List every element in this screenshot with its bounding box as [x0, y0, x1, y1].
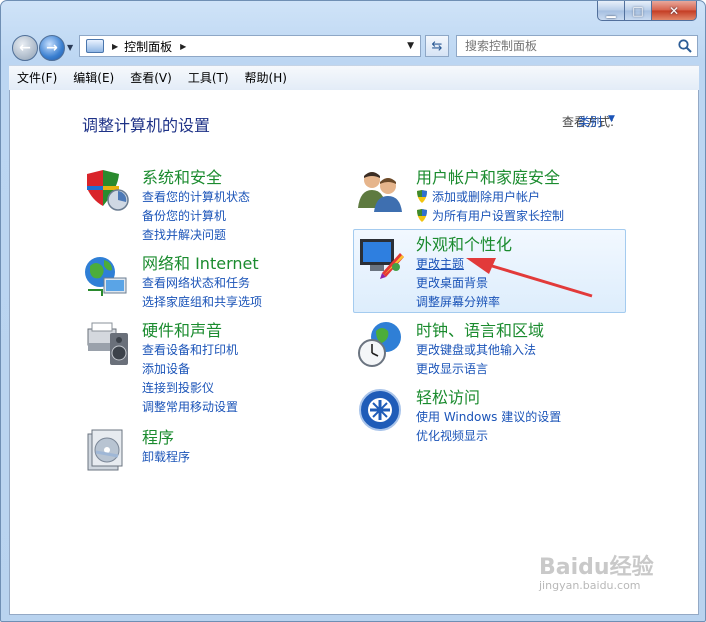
category-links: 查看您的计算机状态 备份您的计算机 查找并解决问题 — [142, 188, 250, 245]
menu-bar: 文件(F) 编辑(E) 查看(V) 工具(T) 帮助(H) — [9, 65, 699, 91]
category-title[interactable]: 时钟、语言和区域 — [416, 317, 544, 341]
link-optimize-display[interactable]: 优化视频显示 — [416, 427, 561, 446]
uac-shield-icon — [417, 190, 427, 203]
network-icon — [85, 257, 127, 296]
view-by-chevron-icon[interactable]: ▼ — [608, 114, 615, 124]
link-desktop-background[interactable]: 更改桌面背景 — [416, 274, 500, 293]
page-title: 调整计算机的设置 — [82, 116, 211, 135]
watermark-brand: Baidu经验 — [539, 555, 654, 580]
search-input[interactable] — [456, 35, 698, 57]
link-homegroup[interactable]: 选择家庭组和共享选项 — [142, 293, 262, 312]
menu-help[interactable]: 帮助(H) — [237, 67, 295, 89]
view-by-dropdown[interactable]: 类别 — [578, 113, 602, 130]
hardware-sound-icon — [87, 322, 128, 365]
uac-shield-icon — [417, 209, 427, 222]
link-connect-projector[interactable]: 连接到投影仪 — [142, 379, 238, 398]
menu-file[interactable]: 文件(F) — [9, 67, 65, 89]
programs-icon — [87, 429, 123, 471]
close-button[interactable]: ✕ — [652, 1, 697, 21]
system-security-icon — [87, 170, 129, 211]
maximize-icon: □ — [632, 3, 644, 18]
minimize-icon: ▁ — [606, 3, 616, 18]
maximize-button[interactable]: □ — [625, 1, 652, 21]
back-arrow-icon: ← — [19, 40, 31, 56]
user-accounts-icon — [358, 172, 402, 212]
link-display-language[interactable]: 更改显示语言 — [416, 360, 536, 379]
title-buttons: ▁ □ ✕ — [597, 1, 697, 21]
ease-of-access-icon — [359, 389, 401, 431]
link-devices-printers[interactable]: 查看设备和打印机 — [142, 341, 238, 360]
category-title[interactable]: 系统和安全 — [142, 164, 222, 188]
link-mobility-settings[interactable]: 调整常用移动设置 — [142, 398, 238, 417]
category-links: 更改主题 更改桌面背景 调整屏幕分辨率 — [416, 255, 500, 312]
watermark: Baidu经验 jingyan.baidu.com — [539, 549, 654, 592]
link-view-computer-status[interactable]: 查看您的计算机状态 — [142, 188, 250, 207]
category-title[interactable]: 外观和个性化 — [416, 231, 512, 255]
link-add-device[interactable]: 添加设备 — [142, 360, 238, 379]
appearance-icon — [360, 239, 404, 279]
link-backup-computer[interactable]: 备份您的计算机 — [142, 207, 250, 226]
back-button[interactable]: ← — [12, 35, 38, 61]
search-icon[interactable] — [677, 38, 693, 54]
category-links: 查看设备和打印机 添加设备 连接到投影仪 调整常用移动设置 — [142, 341, 238, 417]
link-add-remove-users[interactable]: 添加或删除用户帐户 — [416, 188, 564, 207]
category-links: 查看网络状态和任务 选择家庭组和共享选项 — [142, 274, 262, 312]
category-title[interactable]: 硬件和声音 — [142, 317, 222, 341]
category-title[interactable]: 用户帐户和家庭安全 — [416, 164, 560, 188]
link-troubleshoot[interactable]: 查找并解决问题 — [142, 226, 250, 245]
breadcrumb-separator-icon[interactable]: ▶ — [112, 42, 118, 51]
minimize-button[interactable]: ▁ — [597, 1, 625, 21]
category-links: 添加或删除用户帐户 为所有用户设置家长控制 — [416, 188, 564, 226]
address-dropdown-icon[interactable]: ▼ — [407, 41, 414, 51]
category-title[interactable]: 程序 — [142, 424, 174, 448]
breadcrumb-chevron-icon[interactable]: ▶ — [180, 42, 186, 51]
link-uninstall-program[interactable]: 卸载程序 — [142, 448, 190, 467]
refresh-icon: ⇆ — [431, 38, 443, 54]
link-parental-controls[interactable]: 为所有用户设置家长控制 — [416, 207, 564, 226]
link-label[interactable]: 添加或删除用户帐户 — [432, 190, 540, 204]
breadcrumb-control-panel[interactable]: 控制面板 — [124, 38, 172, 55]
link-label[interactable]: 为所有用户设置家长控制 — [432, 209, 564, 223]
link-network-status[interactable]: 查看网络状态和任务 — [142, 274, 262, 293]
clock-globe-icon — [358, 322, 401, 367]
address-bar[interactable]: ▶ 控制面板 ▶ ▼ — [79, 35, 421, 57]
menu-edit[interactable]: 编辑(E) — [65, 67, 122, 89]
close-icon: ✕ — [668, 3, 680, 18]
forward-arrow-icon: → — [46, 40, 58, 56]
control-panel-window: ▁ □ ✕ ← → ▼ ▶ 控制面板 ▶ ▼ ⇆ 文件(F) 编辑(E) 查看(… — [0, 0, 706, 622]
link-recommended-settings[interactable]: 使用 Windows 建议的设置 — [416, 408, 561, 427]
link-change-theme[interactable]: 更改主题 — [416, 255, 500, 274]
refresh-button[interactable]: ⇆ — [425, 35, 449, 57]
recent-pages-chevron-icon[interactable]: ▼ — [67, 43, 73, 52]
watermark-url: jingyan.baidu.com — [539, 579, 641, 592]
menu-tools[interactable]: 工具(T) — [180, 67, 237, 89]
category-links: 卸载程序 — [142, 448, 190, 467]
control-panel-icon — [86, 39, 104, 53]
link-change-input-method[interactable]: 更改键盘或其他输入法 — [416, 341, 536, 360]
category-links: 使用 Windows 建议的设置 优化视频显示 — [416, 408, 561, 446]
forward-button[interactable]: → — [39, 35, 65, 61]
link-screen-resolution[interactable]: 调整屏幕分辨率 — [416, 293, 500, 312]
category-links: 更改键盘或其他输入法 更改显示语言 — [416, 341, 536, 379]
category-title[interactable]: 轻松访问 — [416, 384, 480, 408]
menu-view[interactable]: 查看(V) — [122, 67, 180, 89]
content-pane: 调整计算机的设置 查看方式: 类别 ▼ 系统和安全 查看您的计算机状态 备份您的… — [9, 90, 699, 615]
category-title[interactable]: 网络和 Internet — [142, 250, 259, 274]
